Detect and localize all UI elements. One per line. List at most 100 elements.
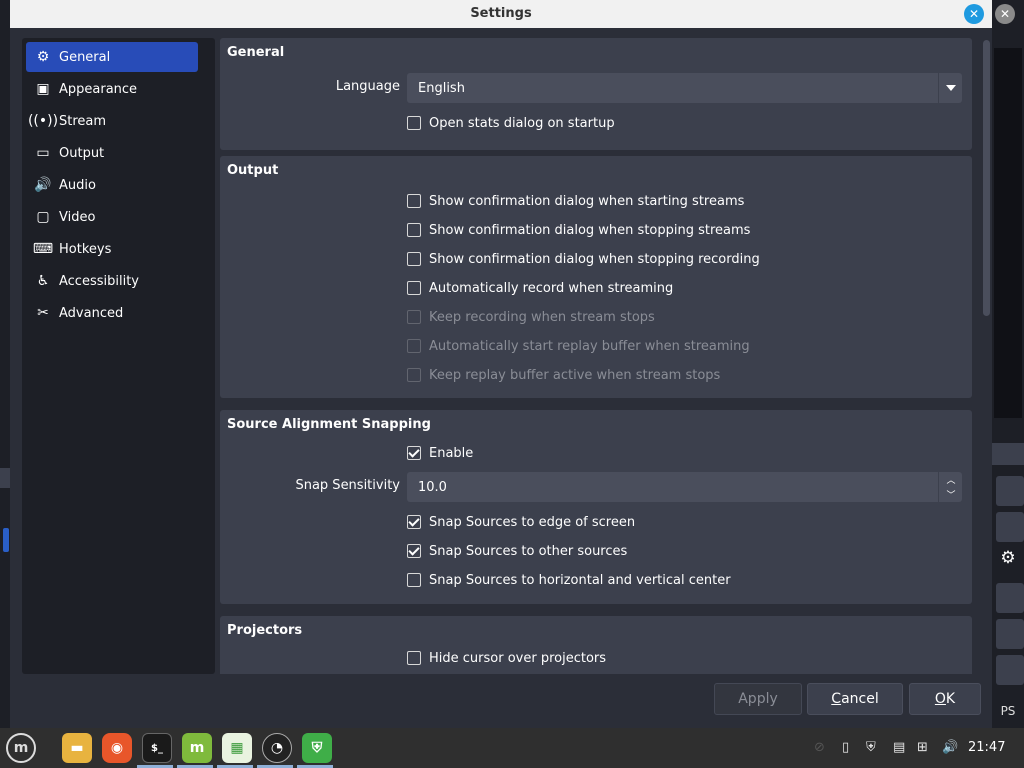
hide-cursor-checkbox[interactable]: Hide cursor over projectors xyxy=(407,649,606,667)
snap-sensitivity-value: 10.0 xyxy=(418,479,447,495)
chevron-down-icon[interactable]: ﹀ xyxy=(939,487,963,502)
speaker-icon: 🔊 xyxy=(34,177,52,193)
shield-tray-icon[interactable]: ⛨ xyxy=(866,740,876,755)
taskbar-spreadsheet[interactable]: ▦ xyxy=(222,733,252,763)
confirm-start-stream-checkbox[interactable]: Show confirmation dialog when starting s… xyxy=(407,192,744,210)
taskbar-files[interactable]: ▬ xyxy=(62,733,92,763)
checkbox-label: Keep recording when stream stops xyxy=(429,309,655,325)
checkbox-label: Snap Sources to other sources xyxy=(429,543,628,559)
spin-buttons: ︿ ﹀ xyxy=(938,472,962,502)
background-selected-marker xyxy=(3,528,9,552)
volume-icon[interactable]: 🔊 xyxy=(942,740,958,755)
sidebar-item-accessibility[interactable]: ♿ Accessibility xyxy=(26,266,198,296)
ok-label: K xyxy=(945,691,956,707)
keyboard-icon: ⌨ xyxy=(32,241,54,257)
close-button[interactable]: ✕ xyxy=(964,4,984,24)
background-dock-button xyxy=(996,655,1024,685)
sidebar-item-general[interactable]: ⚙ General xyxy=(26,42,198,72)
projectors-group: Projectors Hide cursor over projectors xyxy=(220,616,972,674)
checkbox-box[interactable] xyxy=(407,252,421,266)
chevron-up-icon[interactable]: ︿ xyxy=(939,472,963,487)
sidebar-item-appearance[interactable]: ▣ Appearance xyxy=(26,74,198,104)
snap-center-checkbox[interactable]: Snap Sources to horizontal and vertical … xyxy=(407,571,731,589)
sidebar-item-stream[interactable]: ((•)) Stream xyxy=(26,106,198,136)
confirm-stop-recording-checkbox[interactable]: Show confirmation dialog when stopping r… xyxy=(407,250,760,268)
sidebar-item-label: Hotkeys xyxy=(59,241,112,257)
group-title: Source Alignment Snapping xyxy=(227,417,431,432)
sidebar-item-video[interactable]: ▢ Video xyxy=(26,202,198,232)
checkbox-box[interactable] xyxy=(407,116,421,130)
snap-other-sources-checkbox[interactable]: Snap Sources to other sources xyxy=(407,542,627,560)
sidebar-item-output[interactable]: ▭ Output xyxy=(26,138,198,168)
cancel-button[interactable]: Cancel xyxy=(807,683,903,715)
checkbox-box[interactable] xyxy=(407,223,421,237)
taskbar-firefox[interactable]: ◉ xyxy=(102,733,132,763)
background-dock-button xyxy=(996,512,1024,542)
taskbar-mintinstall[interactable]: m xyxy=(182,733,212,763)
taskbar-shield-app[interactable]: ⛨ xyxy=(302,733,332,763)
group-title: Projectors xyxy=(227,623,303,638)
clipboard-icon[interactable]: ▯ xyxy=(842,740,849,755)
gear-icon: ⚙ xyxy=(36,49,50,65)
checkbox-box xyxy=(407,368,421,382)
chevron-down-icon xyxy=(938,73,962,103)
snap-edge-checkbox[interactable]: Snap Sources to edge of screen xyxy=(407,513,635,531)
firefox-icon: ◉ xyxy=(110,740,124,756)
stats-dialog-checkbox[interactable]: Open stats dialog on startup xyxy=(407,114,615,132)
sidebar-item-label: Video xyxy=(59,209,96,225)
confirm-stop-stream-checkbox[interactable]: Show confirmation dialog when stopping s… xyxy=(407,221,750,239)
checkbox-label: Snap Sources to edge of screen xyxy=(429,514,636,530)
checkbox-box[interactable] xyxy=(407,446,421,460)
terminal-icon: $_ xyxy=(151,742,163,754)
snap-enable-checkbox[interactable]: Enable xyxy=(407,444,473,462)
checkbox-box xyxy=(407,310,421,324)
checkbox-box[interactable] xyxy=(407,515,421,529)
checkbox-label: Snap Sources to horizontal and vertical … xyxy=(429,572,731,588)
background-dock-button xyxy=(996,476,1024,506)
sidebar-item-hotkeys[interactable]: ⌨ Hotkeys xyxy=(26,234,198,264)
apply-button[interactable]: Apply xyxy=(714,683,802,715)
cancel-label: ancel xyxy=(841,691,879,707)
apply-label: Apply xyxy=(738,691,778,707)
no-entry-icon[interactable]: ⊘ xyxy=(814,740,825,755)
checkbox-box[interactable] xyxy=(407,573,421,587)
group-title: Output xyxy=(227,163,279,178)
sidebar-item-audio[interactable]: 🔊 Audio xyxy=(26,170,198,200)
checkbox-label: Automatically start replay buffer when s… xyxy=(429,338,750,354)
checkbox-label: Show confirmation dialog when stopping r… xyxy=(429,251,760,267)
appearance-icon: ▣ xyxy=(36,81,50,97)
checkbox-box[interactable] xyxy=(407,281,421,295)
checkbox-label: Hide cursor over projectors xyxy=(429,650,607,666)
network-icon[interactable]: ⊞ xyxy=(917,740,928,755)
checkbox-label: Show confirmation dialog when starting s… xyxy=(429,193,745,209)
snap-sensitivity-label: Snap Sensitivity xyxy=(295,478,400,493)
auto-record-checkbox[interactable]: Automatically record when streaming xyxy=(407,279,673,297)
scrollbar-thumb[interactable] xyxy=(983,40,990,316)
snap-sensitivity-spinbox[interactable]: 10.0 ︿ ﹀ xyxy=(407,472,962,502)
checkbox-box[interactable] xyxy=(407,194,421,208)
settings-dialog: Settings ✕ ⚙ General ▣ Appearance ((•)) … xyxy=(10,0,992,728)
sidebar-item-advanced[interactable]: ✂ Advanced xyxy=(26,298,198,328)
taskbar: m ▬ ◉ $_ m ▦ ◔ ⛨ ⊘ ▯ ⛨ ▤ ⊞ 🔊 21:47 xyxy=(0,728,1024,768)
background-dock-button xyxy=(996,583,1024,613)
background-right-strip: ⚙ PS xyxy=(992,28,1024,728)
language-value: English xyxy=(418,80,465,96)
checkbox-label: Enable xyxy=(429,445,474,461)
language-select[interactable]: English xyxy=(407,73,962,103)
checkbox-box[interactable] xyxy=(407,651,421,665)
close-icon: ✕ xyxy=(968,7,980,21)
vertical-scrollbar[interactable] xyxy=(980,38,992,674)
taskbar-obs[interactable]: ◔ xyxy=(262,733,292,763)
tools-icon: ✂ xyxy=(37,305,49,321)
taskbar-terminal[interactable]: $_ xyxy=(142,733,172,763)
checkbox-box xyxy=(407,339,421,353)
clock[interactable]: 21:47 xyxy=(968,740,1005,755)
update-icon[interactable]: ▤ xyxy=(893,740,905,755)
accessibility-icon: ♿ xyxy=(36,273,50,289)
checkbox-box[interactable] xyxy=(407,544,421,558)
ok-button[interactable]: OK xyxy=(909,683,981,715)
keep-recording-checkbox: Keep recording when stream stops xyxy=(407,308,655,326)
mint-menu-button[interactable]: m xyxy=(6,733,36,763)
sidebar-item-label: Output xyxy=(59,145,105,161)
monitor-icon: ▢ xyxy=(36,209,50,225)
